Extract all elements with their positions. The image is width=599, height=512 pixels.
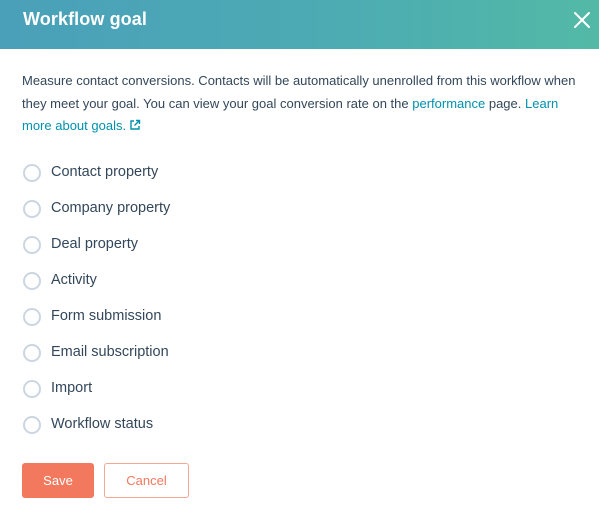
modal-header: Workflow goal [0, 0, 599, 49]
close-button[interactable] [572, 10, 592, 30]
save-button[interactable]: Save [22, 463, 94, 498]
modal-title: Workflow goal [23, 9, 147, 29]
goal-description: Measure contact conversions. Contacts wi… [22, 70, 582, 138]
close-icon [574, 12, 590, 28]
radio-button[interactable] [23, 236, 41, 254]
option-label: Workflow status [51, 416, 154, 432]
cancel-button[interactable]: Cancel [104, 463, 189, 498]
radio-button[interactable] [23, 416, 41, 434]
option-label: Company property [51, 200, 171, 216]
radio-button[interactable] [23, 164, 41, 182]
external-link-icon [130, 119, 141, 130]
option-label: Import [51, 380, 93, 396]
option-label: Deal property [51, 236, 139, 252]
radio-button[interactable] [23, 272, 41, 290]
radio-button[interactable] [23, 380, 41, 398]
option-label: Activity [51, 272, 97, 288]
radio-button[interactable] [23, 308, 41, 326]
option-label: Contact property [51, 164, 159, 180]
option-label: Form submission [51, 308, 162, 324]
radio-button[interactable] [23, 200, 41, 218]
option-label: Email subscription [51, 344, 169, 360]
description-text-middle: page. [485, 95, 525, 111]
performance-link[interactable]: performance [412, 96, 485, 111]
radio-button[interactable] [23, 344, 41, 362]
